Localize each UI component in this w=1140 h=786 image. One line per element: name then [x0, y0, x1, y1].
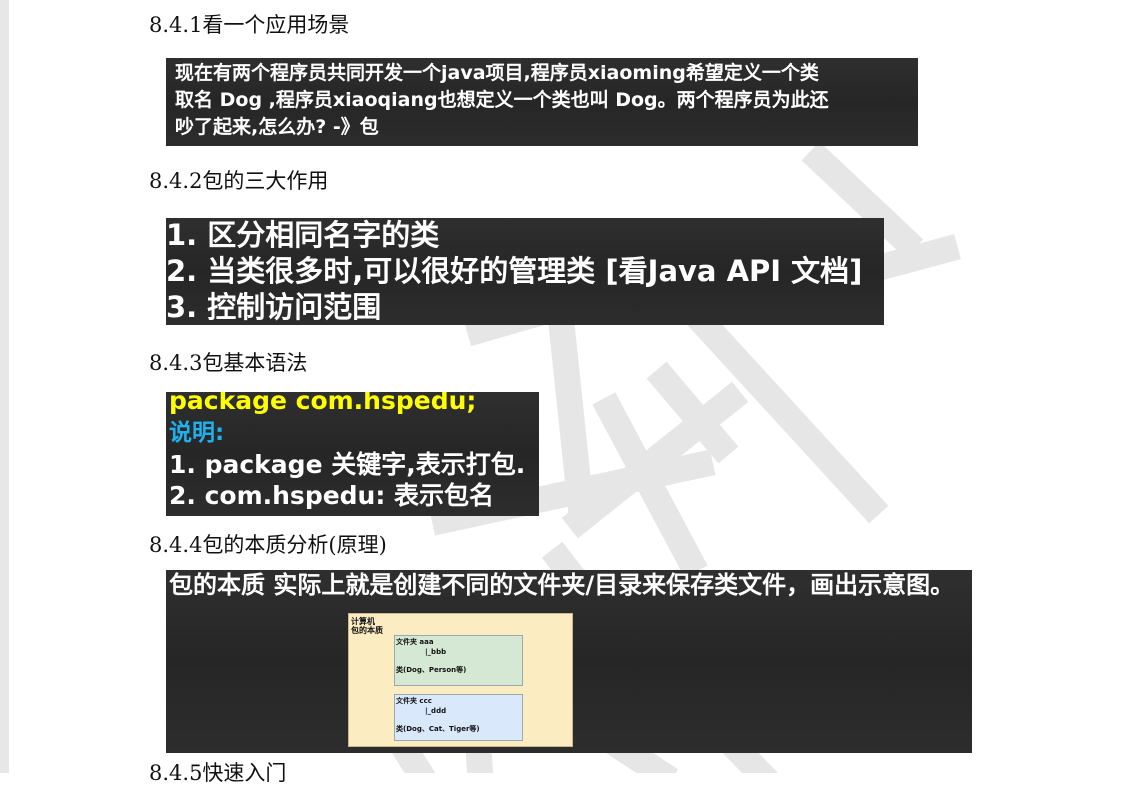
folder-aaa-name: 文件夹 aaa: [396, 638, 434, 646]
scenario-board: 现在有两个程序员共同开发一个java项目,程序员xiaoming希望定义一个类 …: [166, 58, 918, 146]
essence-board: 包的本质 实际上就是创建不同的文件夹/目录来保存类文件，画出示意图。 计算机 包…: [166, 570, 972, 753]
folder-aaa-classes: 类(Dog、Person等): [396, 666, 467, 674]
scenario-line-2: 取名 Dog ,程序员xiaoqiang也想定义一个类也叫 Dog。两个程序员为…: [175, 89, 829, 111]
diagram-label-computer: 计算机: [351, 617, 375, 626]
folder-aaa-sub: |_bbb: [425, 648, 447, 656]
folder-ccc: 文件夹 ccc |_ddd 类(Dog、Cat、Tiger等): [394, 694, 523, 741]
syntax-item-1: 1. package 关键字,表示打包.: [169, 450, 526, 479]
diagram-label-essence: 包的本质: [351, 626, 383, 635]
syntax-board: package com.hspedu; 说明: 1. package 关键字,表…: [166, 392, 539, 516]
section-heading-8-4-2: 8.4.2包的三大作用: [149, 169, 329, 193]
section-heading-8-4-5: 8.4.5快速入门: [149, 761, 287, 785]
syntax-code: package com.hspedu;: [169, 392, 477, 415]
scenario-line-3: 吵了起来,怎么办? -》包: [175, 116, 379, 138]
page-left-margin: [0, 0, 9, 773]
syntax-note-label: 说明:: [169, 420, 225, 446]
folder-ccc-classes: 类(Dog、Cat、Tiger等): [396, 725, 480, 733]
folder-ccc-name: 文件夹 ccc: [396, 697, 432, 705]
functions-board: 1. 区分相同名字的类 2. 当类很多时,可以很好的管理类 [看Java API…: [166, 218, 884, 325]
essence-title: 包的本质 实际上就是创建不同的文件夹/目录来保存类文件，画出示意图。: [169, 571, 955, 599]
function-item-2: 2. 当类很多时,可以很好的管理类 [看Java API 文档]: [166, 254, 863, 288]
section-heading-8-4-1: 8.4.1看一个应用场景: [149, 13, 350, 37]
folder-aaa: 文件夹 aaa |_bbb 类(Dog、Person等): [394, 635, 523, 686]
section-heading-8-4-3: 8.4.3包基本语法: [149, 351, 308, 375]
folder-ccc-sub: |_ddd: [425, 707, 447, 715]
syntax-item-2: 2. com.hspedu: 表示包名: [169, 481, 495, 510]
package-diagram: 计算机 包的本质 文件夹 aaa |_bbb 类(Dog、Person等) 文件…: [348, 613, 573, 747]
section-heading-8-4-4: 8.4.4包的本质分析(原理): [149, 533, 387, 557]
function-item-3: 3. 控制访问范围: [166, 290, 382, 324]
function-item-1: 1. 区分相同名字的类: [166, 218, 440, 252]
scenario-line-1: 现在有两个程序员共同开发一个java项目,程序员xiaoming希望定义一个类: [175, 62, 819, 84]
